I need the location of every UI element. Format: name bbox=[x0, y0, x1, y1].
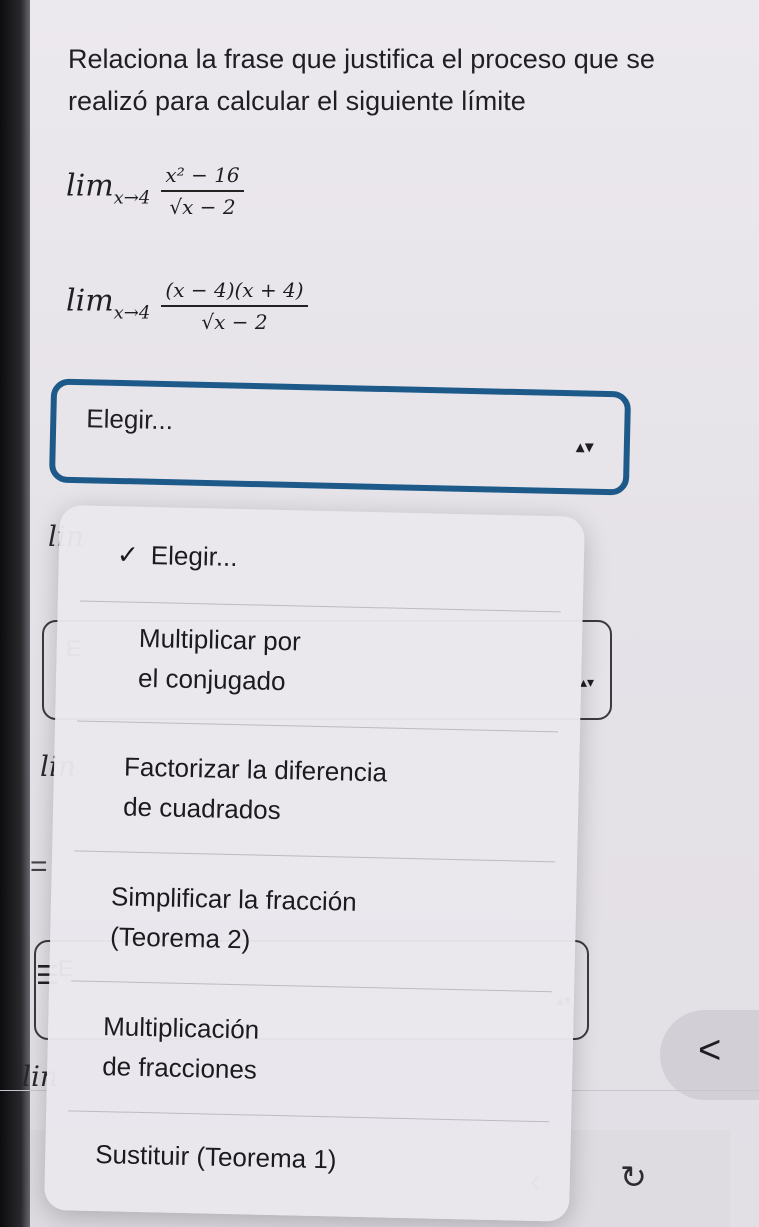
option-label-line-2: de cuadrados bbox=[122, 791, 282, 826]
option-multiplicar-conjugado[interactable]: Multiplicar por el conjugado bbox=[57, 618, 583, 696]
option-label-line-2: de fracciones bbox=[101, 1051, 258, 1085]
option-divider bbox=[68, 1110, 550, 1123]
denominator: √x − 2 bbox=[201, 310, 268, 334]
option-label: Elegir... bbox=[150, 540, 238, 573]
lim-subscript: x→4 bbox=[113, 187, 151, 209]
limit-expression-original: limx→4 x² − 16 √x − 2 bbox=[66, 163, 244, 219]
option-divider bbox=[77, 720, 558, 733]
option-multiplicacion-fracciones[interactable]: Multiplicación de fracciones bbox=[48, 1007, 574, 1084]
option-divider bbox=[79, 600, 561, 613]
lim-subscript: x→4 bbox=[113, 302, 151, 324]
option-elegir[interactable]: ✓ Elegir... bbox=[59, 535, 584, 572]
option-label: Multiplicar por bbox=[138, 622, 302, 657]
numerator: (x − 4)(x + 4) bbox=[161, 278, 308, 307]
checkmark-icon: ✓ bbox=[116, 539, 140, 570]
question-text: Relaciona la frase que justifica el proc… bbox=[68, 38, 748, 122]
option-sustituir[interactable]: Sustituir (Teorema 1) bbox=[46, 1135, 571, 1174]
option-label: Multiplicación bbox=[102, 1011, 260, 1045]
side-back-button[interactable]: < bbox=[660, 1010, 759, 1100]
option-label: Sustituir (Teorema 1) bbox=[94, 1138, 337, 1175]
option-factorizar-diferencia[interactable]: Factorizar la diferencia de cuadrados bbox=[54, 747, 580, 826]
background-equals: = bbox=[30, 850, 48, 883]
lim-label: lim bbox=[66, 168, 114, 204]
option-label-line-2: el conjugado bbox=[137, 662, 286, 697]
lim-label: lim bbox=[66, 283, 114, 319]
question-line-2: realizó para calcular el siguiente límit… bbox=[68, 86, 526, 116]
chevron-left-icon: < bbox=[698, 1028, 722, 1072]
select-options-menu: ✓ Elegir... Multiplicar por el conjugado… bbox=[44, 505, 585, 1222]
option-label-line-2: (Teorema 2) bbox=[109, 921, 251, 955]
device-bezel-left bbox=[0, 0, 30, 1227]
denominator: √x − 2 bbox=[169, 195, 236, 219]
select-arrows-icon: ▴▾ bbox=[579, 674, 594, 690]
numerator: x² − 16 bbox=[161, 163, 244, 192]
select-arrows-icon: ▴▾ bbox=[575, 436, 595, 457]
select-value: Elegir... bbox=[86, 403, 174, 436]
justification-select[interactable]: Elegir... ▴▾ bbox=[48, 378, 632, 496]
option-simplificar-fraccion[interactable]: Simplificar la fracción (Teorema 2) bbox=[51, 877, 577, 954]
option-divider bbox=[74, 850, 556, 863]
fraction: (x − 4)(x + 4) √x − 2 bbox=[161, 278, 308, 334]
question-line-1: Relaciona la frase que justifica el proc… bbox=[68, 44, 655, 74]
fraction: x² − 16 √x − 2 bbox=[161, 163, 244, 219]
option-divider bbox=[71, 980, 553, 993]
limit-expression-factored: limx→4 (x − 4)(x + 4) √x − 2 bbox=[66, 278, 308, 334]
reload-icon[interactable]: ↻ bbox=[620, 1158, 647, 1196]
option-label: Simplificar la fracción bbox=[110, 881, 358, 917]
option-label: Factorizar la diferencia bbox=[123, 751, 388, 788]
